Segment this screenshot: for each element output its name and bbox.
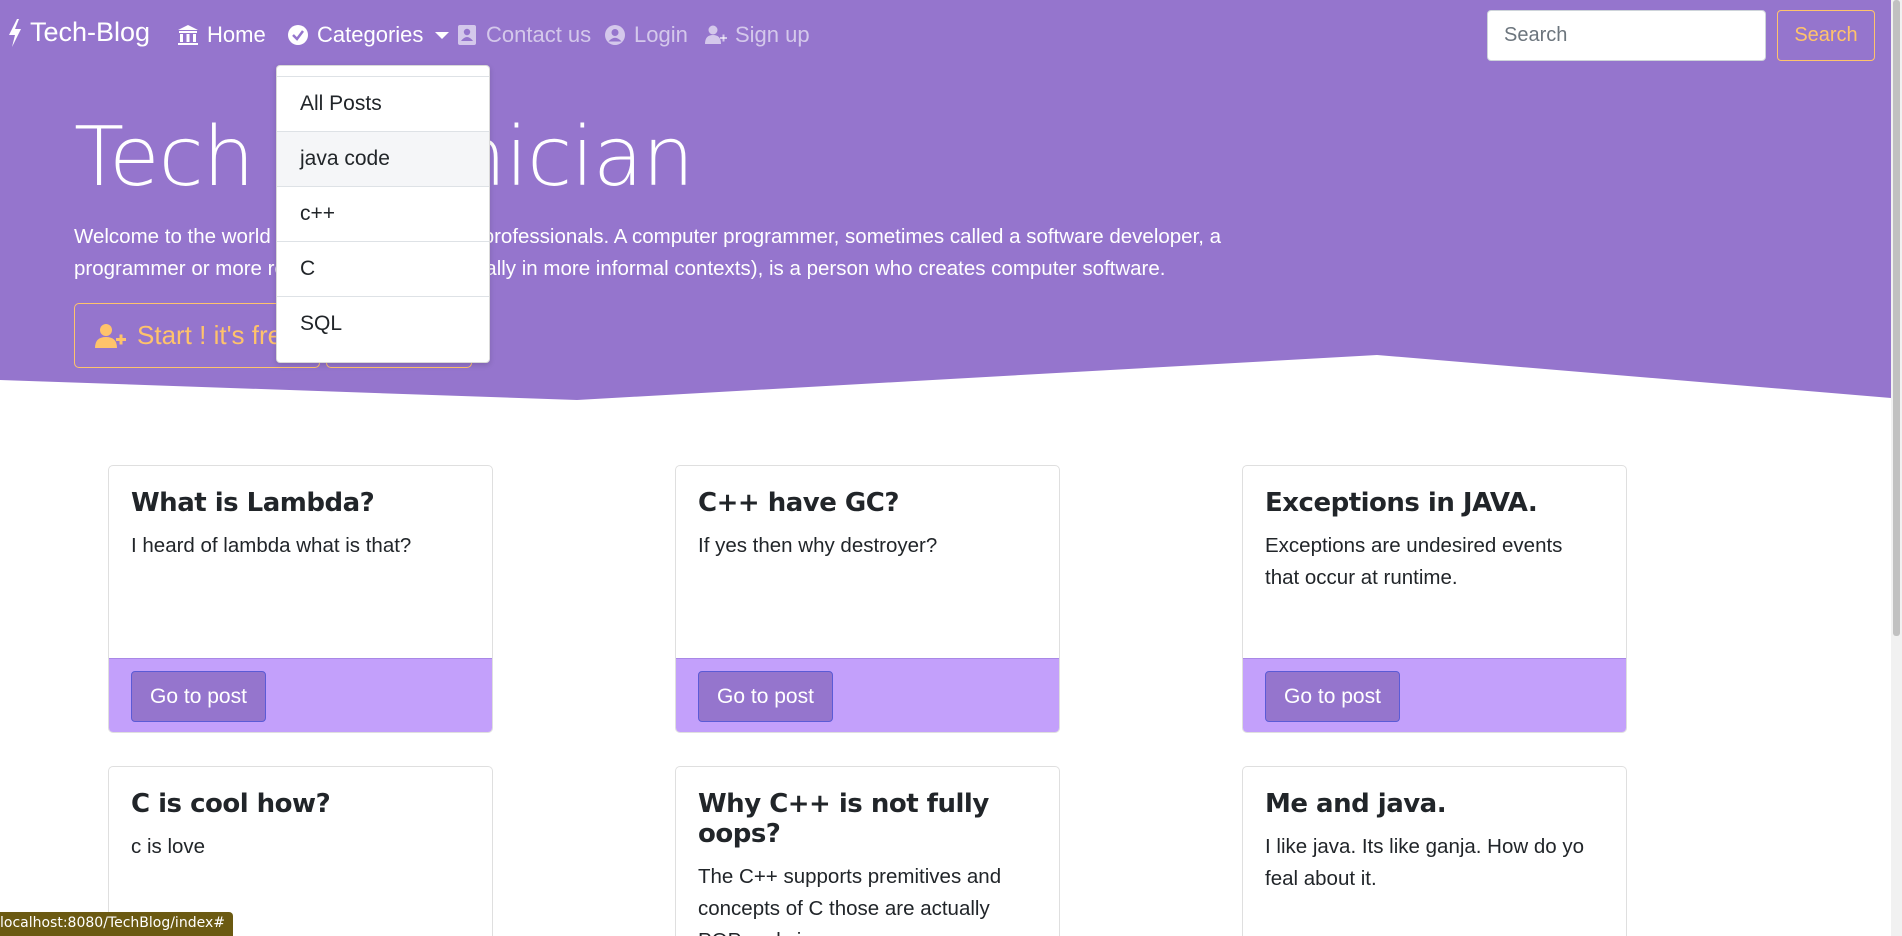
dropdown-item-c[interactable]: C xyxy=(277,241,489,296)
dropdown-item-sql[interactable]: SQL xyxy=(277,296,489,351)
nav-signup[interactable]: Sign up xyxy=(705,22,810,48)
brand-label: Tech-Blog xyxy=(30,17,151,47)
brand-link[interactable]: Tech-Blog xyxy=(8,17,150,48)
post-card: C is cool how? c is love xyxy=(108,766,493,936)
post-text: Exceptions are undesired events that occ… xyxy=(1265,534,1563,589)
card-footer: Go to post xyxy=(1243,658,1626,732)
post-card: What is Lambda? I heard of lambda what i… xyxy=(108,465,493,733)
browser-status-bar: localhost:8080/TechBlog/index# xyxy=(0,912,233,936)
post-title: What is Lambda? xyxy=(131,488,375,518)
user-circle-icon xyxy=(605,25,625,45)
post-title: Me and java. xyxy=(1265,789,1447,819)
nav-categories-label: Categories xyxy=(317,22,424,47)
post-text: The C++ supports premitives and concepts… xyxy=(698,865,1002,936)
post-text: c is love xyxy=(131,835,206,858)
navbar: Tech-Blog Home Categories Contact us Log… xyxy=(0,0,1891,73)
nav-login-label: Login xyxy=(634,22,688,47)
check-circle-icon xyxy=(288,25,308,45)
scrollbar-thumb[interactable] xyxy=(1893,0,1900,636)
go-to-post-button[interactable]: Go to post xyxy=(131,671,266,722)
card-footer: Go to post xyxy=(109,658,492,732)
dropdown-item-java-code[interactable]: java code xyxy=(277,131,489,186)
post-card: Exceptions in JAVA. Exceptions are undes… xyxy=(1242,465,1627,733)
start-free-label: Start ! it's free xyxy=(137,320,297,350)
go-to-post-button[interactable]: Go to post xyxy=(698,671,833,722)
chevron-down-icon xyxy=(435,31,450,39)
nav-login[interactable]: Login xyxy=(604,22,688,48)
post-card: Me and java. I like java. Its like ganja… xyxy=(1242,766,1627,936)
post-title: Why C++ is not fully oops? xyxy=(698,789,989,849)
user-plus-icon xyxy=(95,323,126,348)
vertical-scrollbar[interactable] xyxy=(1891,0,1902,936)
post-card: Why C++ is not fully oops? The C++ suppo… xyxy=(675,766,1060,936)
search-input[interactable] xyxy=(1487,10,1766,61)
card-footer: Go to post xyxy=(676,658,1059,732)
nav-home-label: Home xyxy=(207,22,266,47)
post-card: C++ have GC? If yes then why destroyer? … xyxy=(675,465,1060,733)
nav-categories-toggle[interactable]: Categories xyxy=(287,22,450,48)
bolt-icon xyxy=(9,18,21,47)
post-text: If yes then why destroyer? xyxy=(698,534,938,557)
nav-signup-label: Sign up xyxy=(735,22,810,47)
nav-contact-label: Contact us xyxy=(486,22,592,47)
post-title: C is cool how? xyxy=(131,789,331,819)
search-button[interactable]: Search xyxy=(1777,10,1875,61)
address-book-icon xyxy=(458,25,476,45)
go-to-post-button[interactable]: Go to post xyxy=(1265,671,1400,722)
bank-icon xyxy=(178,25,198,45)
categories-dropdown: All Posts java code c++ C SQL xyxy=(276,65,490,363)
post-title: C++ have GC? xyxy=(698,488,899,518)
nav-home[interactable]: Home xyxy=(177,22,266,48)
post-title: Exceptions in JAVA. xyxy=(1265,488,1538,518)
hero-description: Welcome to the world of tech enthusiast … xyxy=(74,225,1222,280)
dropdown-item-all-posts[interactable]: All Posts xyxy=(277,76,489,131)
post-text: I like java. Its like ganja. How do yo f… xyxy=(1265,835,1585,890)
user-plus-icon xyxy=(705,25,727,44)
nav-contact[interactable]: Contact us xyxy=(456,22,591,48)
post-text: I heard of lambda what is that? xyxy=(131,534,412,557)
dropdown-item-cpp[interactable]: c++ xyxy=(277,186,489,241)
